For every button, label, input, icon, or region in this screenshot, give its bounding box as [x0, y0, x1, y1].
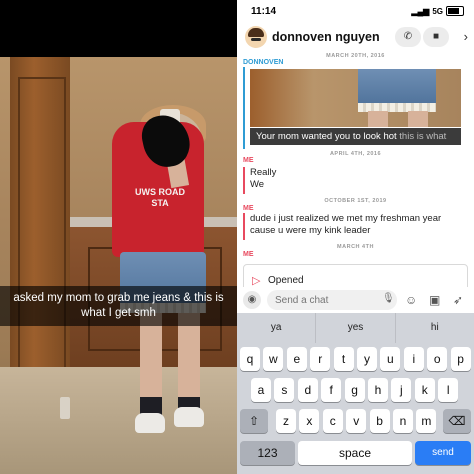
status-bar: 11:14 ▂▄▆ 5G: [237, 0, 474, 22]
key-row-3: ⇧ ⌫ zxcvbnm: [237, 409, 474, 433]
key-w[interactable]: w: [263, 347, 284, 371]
microphone-icon[interactable]: 🎙: [382, 293, 395, 304]
leg-right: [178, 313, 200, 403]
leg-left: [140, 313, 162, 403]
key-o[interactable]: o: [427, 347, 448, 371]
numbers-key[interactable]: 123: [240, 441, 295, 465]
space-key[interactable]: space: [298, 441, 412, 465]
message-block[interactable]: Really We: [243, 167, 468, 194]
video-call-button[interactable]: ■: [423, 27, 449, 47]
suggestion[interactable]: hi: [396, 313, 474, 343]
key-l[interactable]: l: [438, 378, 459, 402]
snap-photo-panel: UWS ROAD STA asked my mom to grab me jea…: [0, 0, 237, 474]
stickers-icon[interactable]: ▣: [429, 293, 440, 307]
opened-arrow-icon: ▷: [252, 275, 261, 287]
message-text: Really: [250, 167, 277, 178]
key-row-4: 123 space send: [237, 441, 474, 465]
key-p[interactable]: p: [450, 347, 471, 371]
rocket-icon[interactable]: ➶: [453, 293, 463, 307]
key-c[interactable]: c: [322, 409, 343, 433]
key-s[interactable]: s: [274, 378, 295, 402]
opened-status[interactable]: ▷ Opened: [243, 264, 468, 287]
sender-label: DONNOVEN: [243, 59, 284, 66]
key-a[interactable]: a: [251, 378, 271, 402]
battery-icon: [446, 6, 464, 16]
saved-snap-caption: Your mom wanted you to look hot this is …: [250, 128, 461, 145]
key-u[interactable]: u: [380, 347, 401, 371]
chat-input-bar: ◉ 🎙 ☺ ▣ ➶: [237, 287, 474, 313]
key-t[interactable]: t: [333, 347, 354, 371]
shoe-left: [135, 413, 165, 433]
door-handle: [60, 397, 70, 419]
shift-icon: ⇧: [248, 414, 260, 428]
chat-input[interactable]: [267, 290, 397, 310]
key-h[interactable]: h: [368, 378, 388, 402]
suggestion[interactable]: ya: [237, 313, 317, 343]
key-r[interactable]: r: [310, 347, 331, 371]
status-icons: ▂▄▆ 5G: [411, 6, 464, 16]
call-button[interactable]: ✆: [395, 27, 421, 47]
chevron-right-icon: ›: [463, 29, 468, 44]
date-separator: APRIL 4TH, 2016: [329, 151, 382, 157]
message-text: dude i just realized we met my freshman …: [250, 213, 442, 236]
date-separator: OCTOBER 1ST, 2019: [324, 198, 387, 204]
mirror-selfie-photo: UWS ROAD STA: [0, 57, 237, 474]
key-n[interactable]: n: [393, 409, 413, 433]
suggestion-bar: ya yes hi: [237, 313, 474, 343]
date-separator: MARCH 4TH: [337, 244, 374, 250]
key-e[interactable]: e: [286, 347, 307, 371]
chat-name[interactable]: donnoven nguyen: [272, 30, 380, 44]
signal-icon: ▂▄▆: [411, 6, 430, 16]
chat-screen: 11:14 ▂▄▆ 5G donnoven nguyen ✆ ■ › MARCH…: [237, 0, 474, 474]
sender-label: ME: [243, 205, 254, 212]
sender-label: ME: [243, 251, 254, 258]
key-d[interactable]: d: [297, 378, 318, 402]
shirt-text: UWS ROAD STA: [135, 187, 185, 208]
video-icon: ■: [432, 31, 440, 42]
snap-caption: asked my mom to grab me jeans & this is …: [0, 286, 237, 326]
key-b[interactable]: b: [369, 409, 390, 433]
emoji-icon[interactable]: ☺: [405, 293, 417, 307]
key-x[interactable]: x: [299, 409, 320, 433]
status-time: 11:14: [251, 6, 277, 17]
key-j[interactable]: j: [391, 378, 412, 402]
camera-icon: ◉: [247, 294, 257, 305]
key-g[interactable]: g: [344, 378, 365, 402]
chat-header: donnoven nguyen ✆ ■ ›: [237, 22, 474, 52]
key-i[interactable]: i: [403, 347, 424, 371]
suggestion[interactable]: yes: [316, 313, 396, 343]
shift-key[interactable]: ⇧: [240, 409, 268, 433]
phone-icon: ✆: [403, 31, 413, 42]
sender-label: ME: [243, 157, 254, 164]
backspace-icon: ⌫: [448, 414, 466, 428]
key-k[interactable]: k: [414, 378, 435, 402]
key-f[interactable]: f: [321, 378, 342, 402]
message-text: We: [250, 179, 265, 190]
close-button[interactable]: ›: [464, 29, 468, 44]
keyboard: ya yes hi qwertyuiop asdfghjkl ⇧ ⌫ zxcvb…: [237, 313, 474, 474]
opened-label: Opened: [268, 275, 304, 286]
send-key[interactable]: send: [415, 441, 471, 465]
backspace-key[interactable]: ⌫: [443, 409, 471, 433]
message-block[interactable]: dude i just realized we met my freshman …: [243, 213, 468, 240]
avatar[interactable]: [245, 26, 267, 48]
key-q[interactable]: q: [240, 347, 260, 371]
shoe-right: [174, 407, 204, 427]
key-row-1: qwertyuiop: [237, 347, 474, 371]
key-z[interactable]: z: [276, 409, 296, 433]
camera-button[interactable]: ◉: [243, 291, 261, 309]
key-row-2: asdfghjkl: [237, 378, 474, 402]
key-m[interactable]: m: [416, 409, 437, 433]
saved-snap-image[interactable]: [250, 69, 461, 127]
key-v[interactable]: v: [346, 409, 367, 433]
chat-history[interactable]: MARCH 20TH, 2016 DONNOVEN Your mom wante…: [237, 52, 474, 287]
network-label: 5G: [432, 6, 443, 16]
key-y[interactable]: y: [357, 347, 377, 371]
